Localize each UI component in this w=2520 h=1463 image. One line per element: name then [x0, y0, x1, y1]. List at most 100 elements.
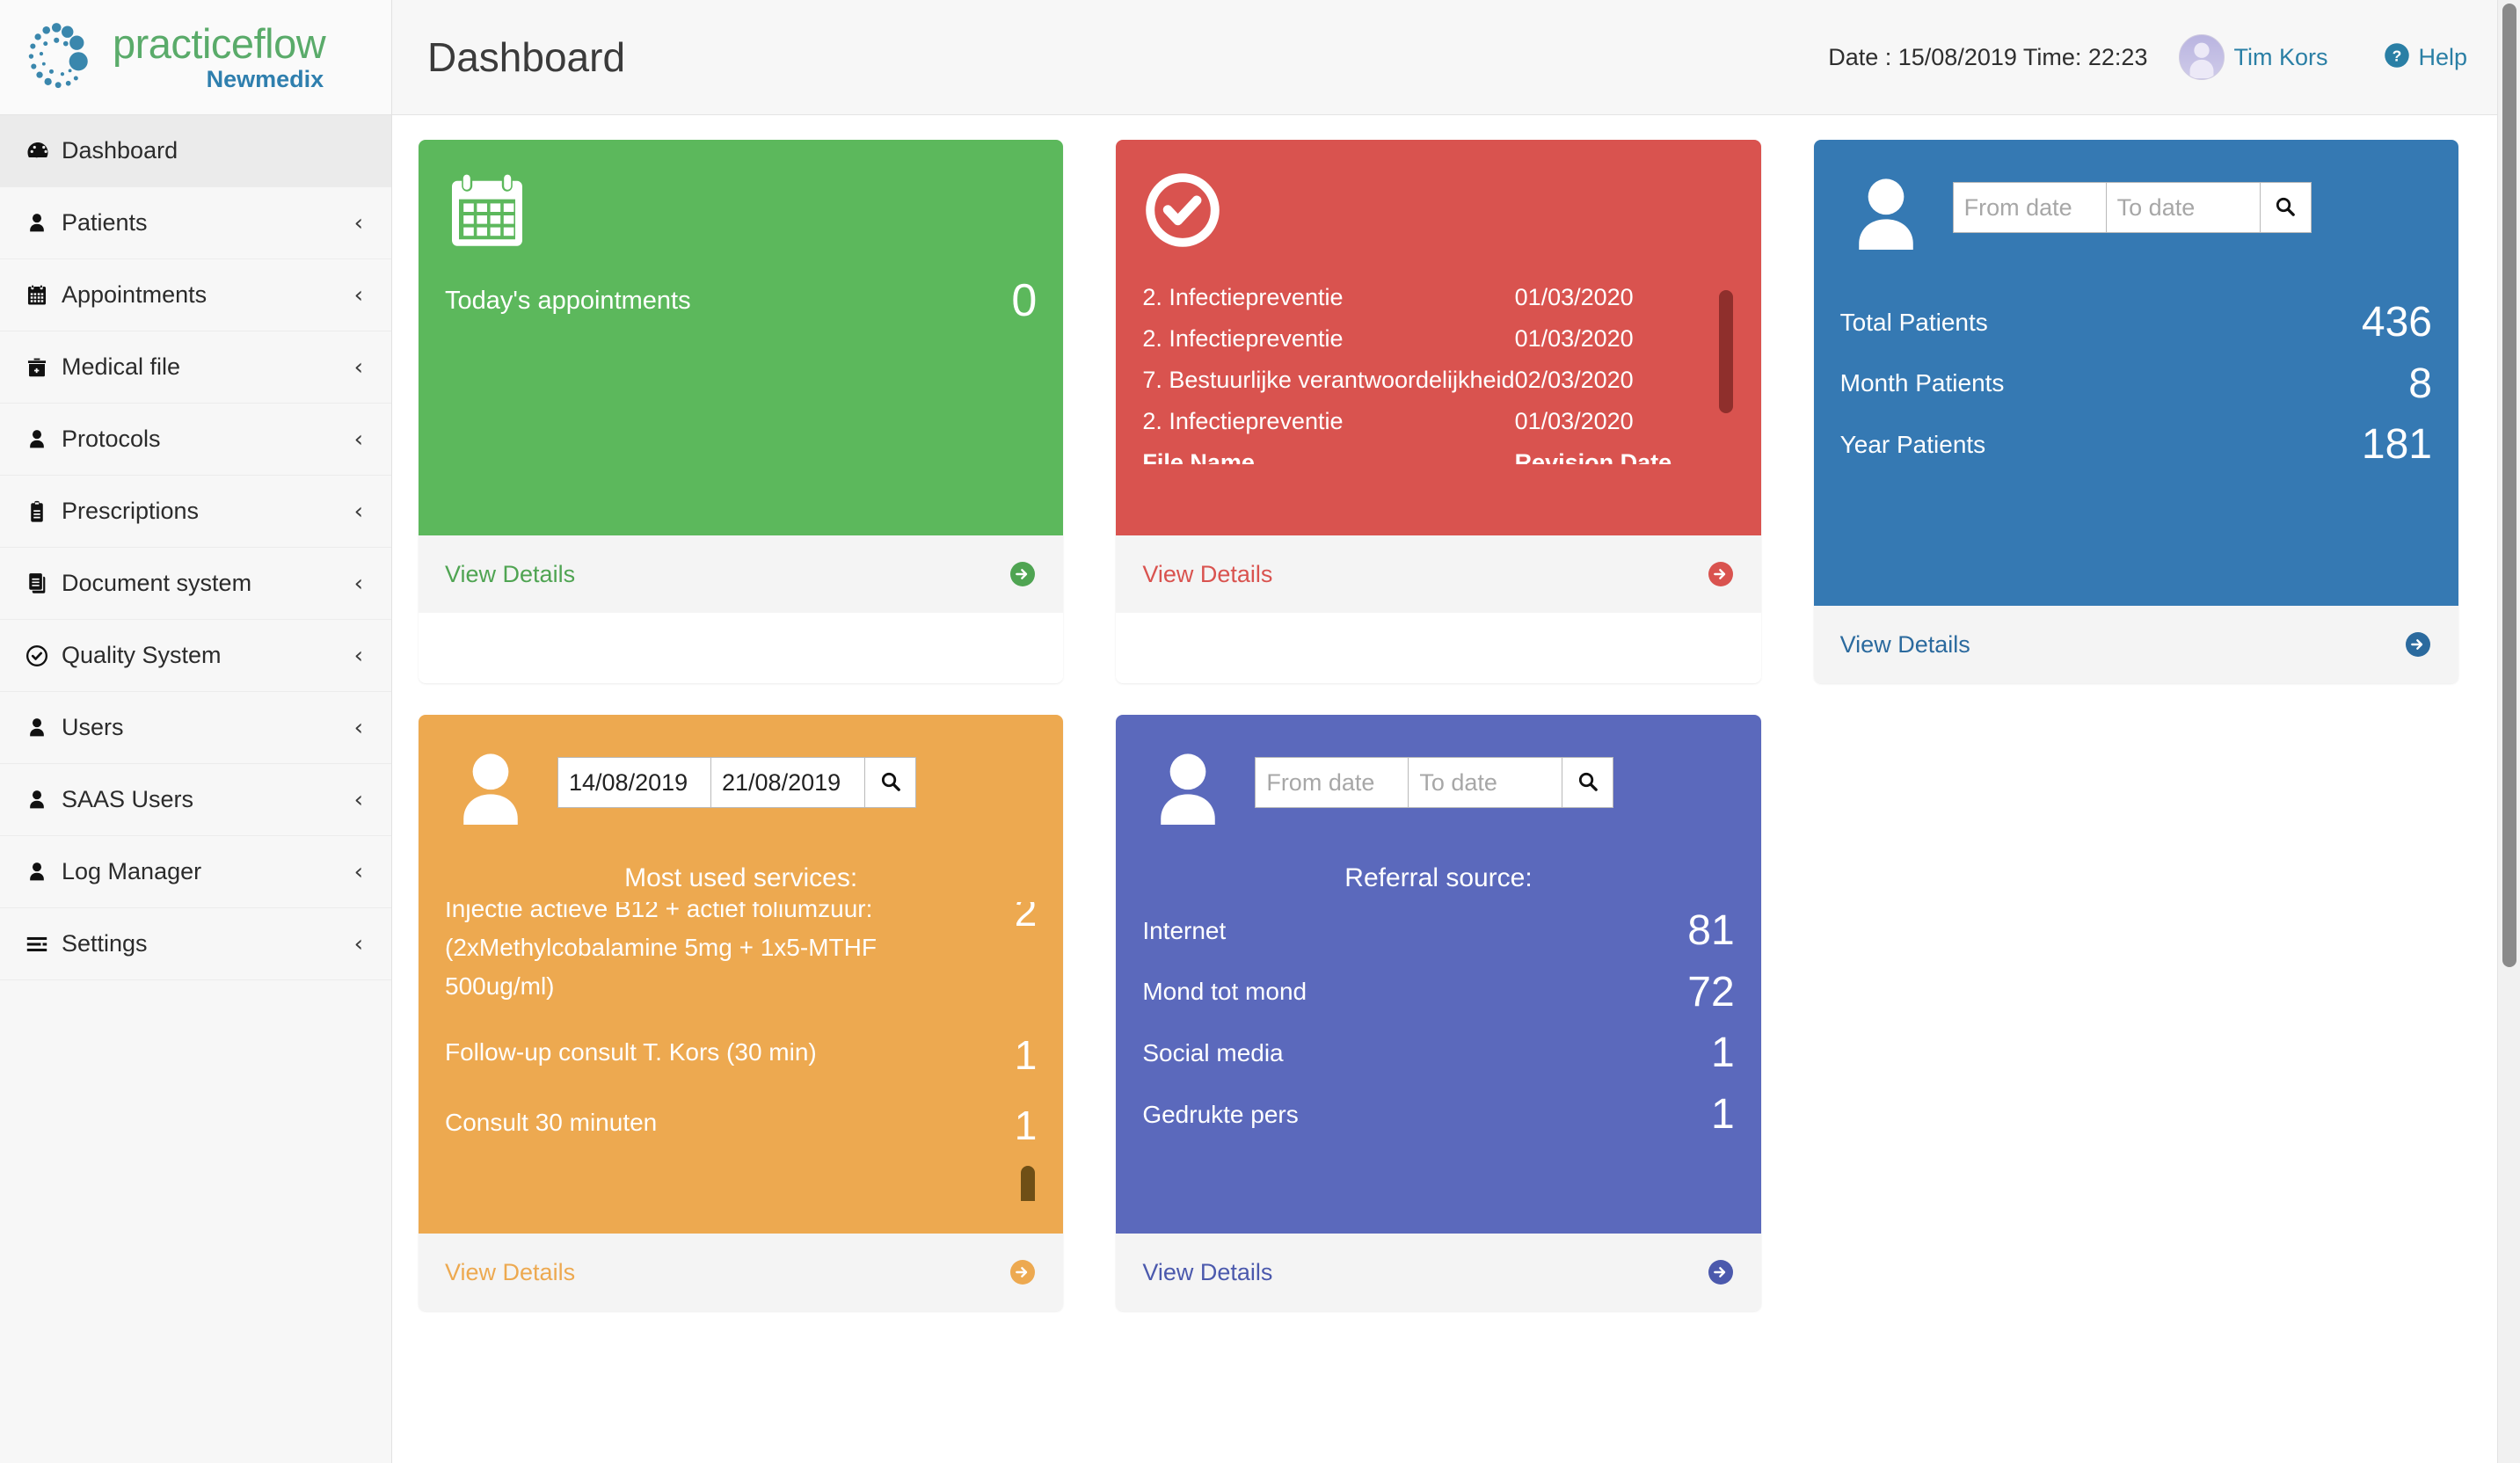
chevron-left-icon[interactable]: ‹	[354, 861, 363, 884]
main-area: Dashboard Date : 15/08/2019 Time: 22:23 …	[392, 0, 2520, 1463]
service-row: Consult 30 minuten 1	[445, 1103, 1037, 1148]
services-filter	[445, 745, 1037, 841]
documents-stack-icon	[25, 571, 62, 596]
page-scrollbar-thumb[interactable]	[2502, 4, 2516, 967]
documents-scrollbar-thumb[interactable]	[1718, 290, 1733, 413]
to-date-input[interactable]	[1409, 757, 1563, 808]
referral-row: Mond tot mond 72	[1142, 967, 1734, 1018]
circular-dots-logo-icon	[19, 15, 104, 99]
from-date-input[interactable]	[1255, 757, 1409, 808]
referral-list: Internet 81 Mond tot mond 72 Social media 1 Ge…	[1142, 906, 1734, 1139]
appointments-value: 0	[1011, 275, 1038, 326]
svg-text:?: ?	[2393, 47, 2402, 64]
chevron-left-icon[interactable]: ‹	[354, 428, 363, 451]
sidebar-item-medical-file[interactable]: Medical file ‹	[0, 331, 391, 404]
patients-stat-label: Year Patients	[1839, 430, 1986, 458]
sidebar-item-saas-users[interactable]: SAAS Users ‹	[0, 764, 391, 836]
sidebar-item-settings[interactable]: Settings ‹	[0, 908, 391, 980]
referral-view-details[interactable]: View Details	[1116, 1234, 1761, 1311]
medical-folder-icon	[25, 355, 62, 380]
chevron-left-icon[interactable]: ‹	[354, 212, 363, 235]
user-icon	[25, 716, 62, 740]
sidebar-item-label: Protocols	[62, 426, 161, 452]
user-icon	[25, 860, 62, 884]
to-date-input[interactable]	[2106, 182, 2261, 233]
arrow-right-circle-icon	[2404, 630, 2432, 659]
view-details-label: View Details	[445, 560, 576, 587]
sidebar-item-patients[interactable]: Patients ‹	[0, 187, 391, 259]
col-revision-date-2: Revision Date	[1514, 449, 1672, 464]
appointments-view-details[interactable]: View Details	[419, 535, 1064, 613]
referral-value: 1	[1710, 1090, 1735, 1138]
chevron-left-icon[interactable]: ‹	[354, 500, 363, 523]
view-details-label: View Details	[1142, 1258, 1273, 1285]
patients-stat-value: 436	[2361, 299, 2432, 346]
search-icon	[879, 770, 902, 796]
chevron-left-icon[interactable]: ‹	[354, 644, 363, 667]
calendar-icon	[25, 283, 62, 308]
referral-value: 81	[1687, 907, 1735, 954]
person-icon	[445, 745, 536, 841]
to-date-input[interactable]	[711, 757, 865, 808]
sidebar-item-label: Appointments	[62, 281, 208, 308]
brand-subtitle: Newmedix	[206, 66, 324, 92]
referral-value: 72	[1687, 968, 1735, 1015]
page-scrollbar[interactable]	[2497, 0, 2520, 1463]
referral-search-button[interactable]	[1562, 757, 1614, 808]
arrow-right-circle-icon	[1707, 1258, 1735, 1286]
sidebar-item-quality-system[interactable]: Quality System ‹	[0, 620, 391, 692]
cards-grid: Today's appointments 0 View Details 2. I…	[419, 140, 2458, 1311]
search-icon	[2274, 195, 2297, 221]
cell-document-name: 2. Infectiepreventie	[1142, 408, 1344, 434]
chevron-left-icon[interactable]: ‹	[354, 356, 363, 379]
sidebar-item-log-manager[interactable]: Log Manager ‹	[0, 836, 391, 908]
sidebar: practiceflow Newmedix Dashboard Patients ‹…	[0, 0, 392, 1463]
sidebar-nav: Dashboard Patients ‹ Appointments ‹ Medical f…	[0, 115, 391, 980]
from-date-input[interactable]	[1952, 182, 2107, 233]
clipboard-icon	[25, 499, 62, 524]
table-row[interactable]: 7. Bestuurlijke verantwoordelijkheid 02/0…	[1142, 360, 1734, 401]
sidebar-item-protocols[interactable]: Protocols ‹	[0, 404, 391, 476]
table-row[interactable]: 2. Infectiepreventie 01/03/2020	[1142, 401, 1734, 442]
documents-view-details[interactable]: View Details	[1116, 535, 1761, 613]
referral-label: Mond tot mond	[1142, 978, 1307, 1006]
sidebar-item-label: Settings	[62, 930, 148, 957]
page-title: Dashboard	[427, 34, 626, 80]
services-scrollbar-thumb[interactable]	[1021, 1166, 1036, 1201]
patients-search-button[interactable]	[2260, 182, 2312, 233]
chevron-left-icon[interactable]: ‹	[354, 933, 363, 956]
sidebar-item-appointments[interactable]: Appointments ‹	[0, 259, 391, 331]
services-search-button[interactable]	[865, 757, 916, 808]
from-date-input[interactable]	[557, 757, 711, 808]
user-icon	[25, 427, 62, 452]
services-view-details[interactable]: View Details	[419, 1234, 1064, 1311]
chevron-left-icon[interactable]: ‹	[354, 789, 363, 812]
table-row[interactable]: 2. Infectiepreventie 01/03/2020	[1142, 318, 1734, 360]
patients-stat-row: Month Patients 8	[1840, 359, 2432, 410]
brand-logo[interactable]: practiceflow Newmedix	[0, 0, 391, 115]
card-patients-body: Total Patients 436 Month Patients 8 Year Pat…	[1813, 140, 2458, 606]
services-list: Injectie actieve B12 + actief foliumzuur…	[445, 902, 1037, 1148]
dashboard-page: practiceflow Newmedix Dashboard Patients ‹…	[0, 0, 2520, 1463]
help-button[interactable]: ? Help	[2384, 42, 2467, 73]
sidebar-item-users[interactable]: Users ‹	[0, 692, 391, 764]
sidebar-item-dashboard[interactable]: Dashboard	[0, 115, 391, 187]
table-row[interactable]: 2. Infectiepreventie 01/03/2020	[1142, 277, 1734, 318]
user-menu[interactable]: Tim Kors	[2179, 34, 2327, 80]
cell-document-name: 7. Bestuurlijke verantwoordelijkheid	[1142, 367, 1515, 393]
sidebar-item-label: Quality System	[62, 642, 222, 668]
chevron-left-icon[interactable]: ‹	[354, 284, 363, 307]
referral-row: Gedrukte pers 1	[1142, 1089, 1734, 1140]
check-circle-icon	[1142, 170, 1734, 255]
patients-view-details[interactable]: View Details	[1813, 606, 2458, 683]
arrow-right-circle-icon	[1707, 560, 1735, 588]
sidebar-item-prescriptions[interactable]: Prescriptions ‹	[0, 476, 391, 548]
sidebar-item-document-system[interactable]: Document system ‹	[0, 548, 391, 620]
referral-value: 1	[1710, 1030, 1735, 1077]
documents-scroll-area[interactable]: Document Name Revision Date 2. Infectiep…	[1142, 274, 1734, 464]
patients-date-fields	[1952, 182, 2312, 233]
card-documents: Document Name Revision Date 2. Infectiep…	[1116, 140, 1761, 683]
services-scroll-area[interactable]: Injectie actieve B12 + actief foliumzuur…	[445, 902, 1037, 1201]
chevron-left-icon[interactable]: ‹	[354, 572, 363, 595]
chevron-left-icon[interactable]: ‹	[354, 717, 363, 739]
